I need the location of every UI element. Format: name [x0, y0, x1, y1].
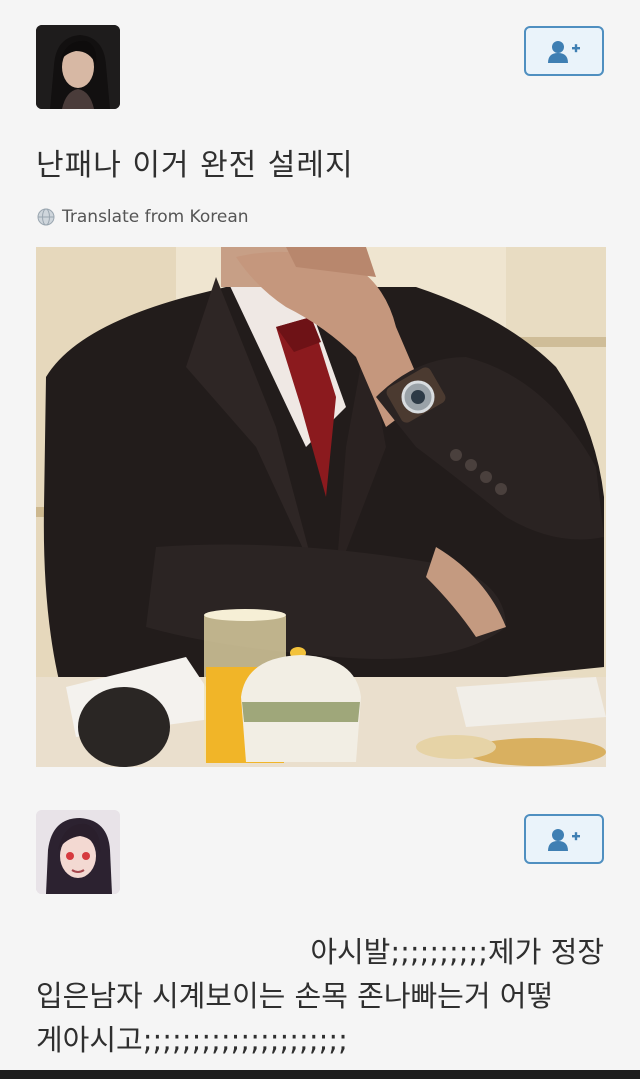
avatar-portrait-man: [36, 25, 120, 109]
replier-avatar[interactable]: [36, 810, 120, 894]
add-user-icon: [548, 41, 580, 63]
add-user-icon: [548, 829, 580, 851]
author-avatar[interactable]: [36, 25, 120, 109]
follow-button[interactable]: [524, 814, 604, 864]
post-text: 난패나 이거 완전 설레지: [36, 148, 354, 183]
reply-line: 게아시고;;;;;;;;;;;;;;;;;;;;;: [36, 1023, 348, 1057]
avatar-portrait-girl: [36, 810, 120, 894]
reply-line: 입은남자 시계보이는 손목 존나빠는거 어떻: [36, 979, 554, 1013]
man-in-suit-photo: [36, 247, 606, 767]
reply-line: 아시발;;;;;;;;;;제가 정장: [310, 935, 604, 969]
translate-label: Translate from Korean: [62, 207, 249, 227]
reply-text: 아시발;;;;;;;;;;제가 정장 입은남자 시계보이는 손목 존나빠는거 어…: [36, 930, 606, 1062]
translate-link[interactable]: Translate from Korean: [36, 207, 249, 227]
bottom-edge: [0, 1070, 640, 1079]
follow-button[interactable]: [524, 26, 604, 76]
globe-icon: [37, 208, 55, 226]
post-photo[interactable]: [36, 247, 606, 767]
